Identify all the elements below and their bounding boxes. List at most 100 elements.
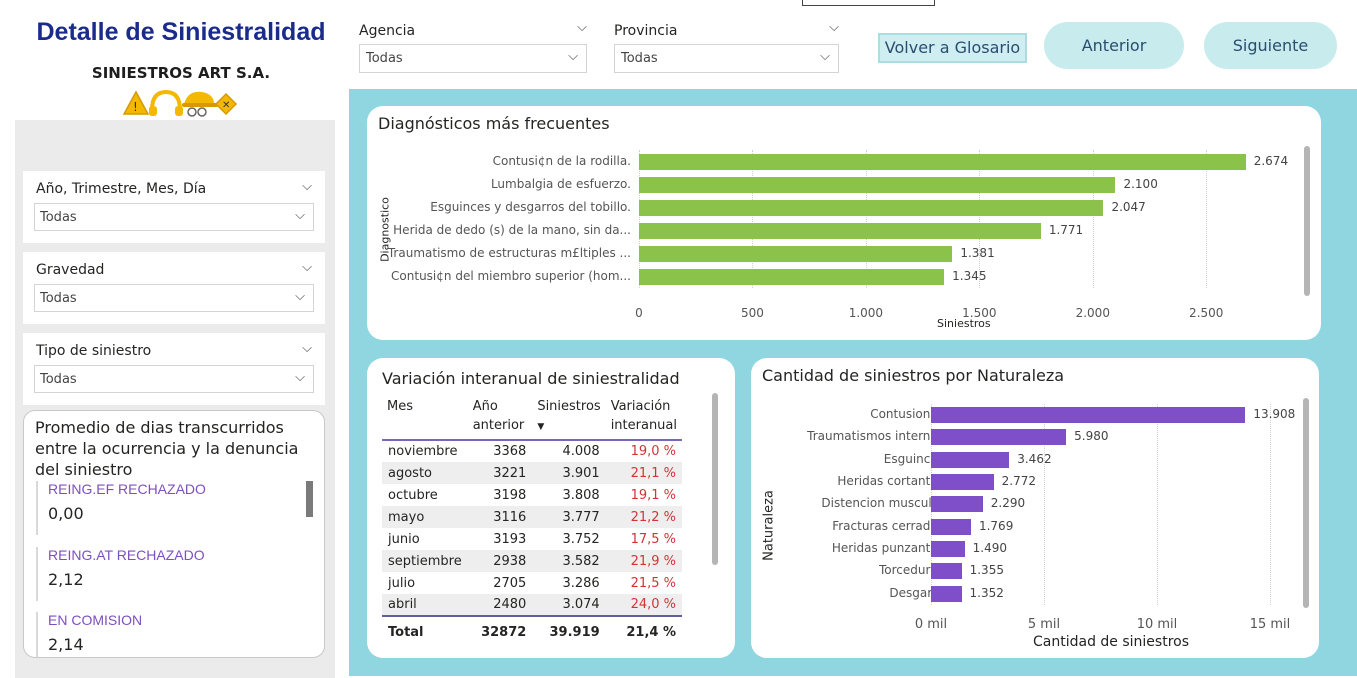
agencia-value: Todas [366,51,403,66]
agencia-dropdown[interactable]: Agencia ⌵ Todas ⌵ [359,20,587,73]
table-row[interactable]: mayo 3116 3.777 21,2 % [382,506,682,528]
x-tick-label: 5 mil [1027,616,1061,632]
chevron-down-icon[interactable]: ⌵ [577,20,587,35]
chevron-down-icon: ⌵ [295,208,305,223]
volver-glosario-button[interactable]: Volver a Glosario [878,33,1027,63]
bar[interactable] [931,429,1067,446]
diagnosticos-plot: 0 500 1.000 1.500 2.000 2.500 Contusi¢n de la … [388,150,1297,330]
x-tick-label: 500 [740,306,764,320]
cell-anterior: 3368 [493,444,527,459]
table-row[interactable]: julio 2705 3.286 21,5 % [382,572,682,594]
cell-siniestros: 3.901 [532,462,606,484]
table-row[interactable]: abril 2480 3.074 24,0 % [382,594,682,616]
table-row[interactable]: noviembre 3368 4.008 19,0 % [382,440,682,462]
siguiente-button[interactable]: Siguiente [1204,22,1337,69]
tipo-value: Todas [40,372,77,387]
provincia-value: Todas [621,51,658,66]
agencia-select[interactable]: Todas ⌵ [359,44,587,73]
fecha-slicer[interactable]: Año, Trimestre, Mes, Día ⌵ Todas ⌵ [23,171,325,243]
chevron-down-icon[interactable]: ⌵ [829,20,839,35]
cell-anterior: 2480 [467,594,533,616]
bar[interactable] [931,451,1010,468]
category-label: Esguinces y desgarros del tobillo. [430,199,631,214]
x-tick-label: 0 [635,306,643,320]
table-row[interactable]: agosto 3221 3.901 21,1 % [382,462,682,484]
cell-var: 21,5 % [630,575,676,591]
data-label: 1.352 [969,585,1004,600]
provincia-dropdown[interactable]: Provincia ⌵ Todas ⌵ [614,20,839,73]
x-tick-label: 10 mil [1136,616,1178,632]
kpi-value: 2,12 [48,570,84,589]
gridline [979,150,981,288]
gravedad-slicer[interactable]: Gravedad ⌵ Todas ⌵ [23,252,325,324]
x-tick-label: 2.500 [1189,306,1224,320]
chevron-down-icon: ⌵ [295,370,305,385]
tipo-siniestro-slicer[interactable]: Tipo de siniestro ⌵ Todas ⌵ [23,333,325,405]
bar[interactable] [639,199,1104,216]
chevron-down-icon[interactable]: ⌵ [302,260,312,275]
bar[interactable] [639,153,1246,170]
diagnosticos-scrollbar[interactable] [1304,146,1310,296]
naturaleza-scrollbar[interactable] [1303,398,1309,608]
cell-mes: abril [382,594,468,616]
gravedad-select[interactable]: Todas ⌵ [34,284,314,312]
gridline [1270,404,1271,605]
bar[interactable] [931,518,971,535]
table-row[interactable]: octubre 3198 3.808 19,1 % [382,484,682,506]
variacion-scrollbar[interactable] [712,393,718,565]
col-mes[interactable]: Mes [382,395,468,440]
sort-desc-icon: ▼ [537,422,545,432]
cell-siniestros: 3.582 [532,550,606,572]
cell-anterior: 3198 [493,487,527,503]
bar[interactable] [639,222,1041,239]
cell-siniestros: 3.808 [562,487,600,503]
kpi-card-title: Promedio de dias transcurridos entre la … [35,418,299,479]
chevron-down-icon: ⌵ [820,49,830,64]
data-label: 1.769 [978,518,1014,533]
provincia-select[interactable]: Todas ⌵ [614,44,839,73]
data-label: 2.290 [990,496,1026,511]
bar[interactable] [931,407,1246,424]
kpi-item: REING.EF RECHAZADO 0,00 [36,481,296,535]
data-label: 1.355 [969,563,1004,578]
cell-mes: agosto [382,462,468,484]
cell-anterior: 2938 [467,550,533,572]
diagnosticos-card: Diagnósticos más frecuentes Diagnostico … [367,106,1321,340]
bar[interactable] [639,176,1116,193]
fecha-value: Todas [40,210,77,225]
kpi-scrollbar[interactable] [306,481,313,517]
category-label: Contusi¢n del miembro superior (hom... [391,268,631,283]
bar[interactable] [931,540,965,557]
data-label: 2.047 [1111,199,1146,214]
company-name: SINIESTROS ART S.A. [91,64,271,82]
chevron-down-icon[interactable]: ⌵ [302,341,312,356]
chevron-down-icon[interactable]: ⌵ [302,179,312,194]
bar[interactable] [639,245,953,262]
bar[interactable] [931,474,994,491]
col-anio-anterior[interactable]: Año anterior [468,395,533,440]
anterior-button[interactable]: Anterior [1044,22,1184,69]
chevron-down-icon: ⌵ [295,289,305,304]
naturaleza-xlabel: Cantidad de siniestros [1033,634,1190,650]
table-row[interactable]: septiembre 2938 3.582 21,9 % [382,550,682,572]
col-variacion[interactable]: Variación interanual [606,395,682,440]
x-tick-label: 15 mil [1249,616,1291,632]
table-row[interactable]: junio 3193 3.752 17,5 % [382,528,682,550]
data-label: 1.771 [1048,222,1084,237]
data-label: 13.908 [1253,407,1296,422]
bar[interactable] [931,563,962,580]
col-siniestros[interactable]: Siniestros ▼ [532,395,605,440]
bar[interactable] [639,268,945,285]
table-total-row: Total 32872 39.919 21,4 % [382,615,682,642]
gridline [1157,404,1158,605]
gridline [752,150,754,288]
cell-anterior: 3193 [493,531,527,547]
gridline [1206,150,1208,288]
tipo-select[interactable]: Todas ⌵ [34,365,314,393]
bar[interactable] [931,585,962,602]
data-label: 1.490 [972,540,1008,555]
cell-siniestros: 3.074 [532,594,606,616]
cell-mes: noviembre [388,444,458,459]
bar[interactable] [931,496,983,513]
fecha-select[interactable]: Todas ⌵ [34,203,314,231]
